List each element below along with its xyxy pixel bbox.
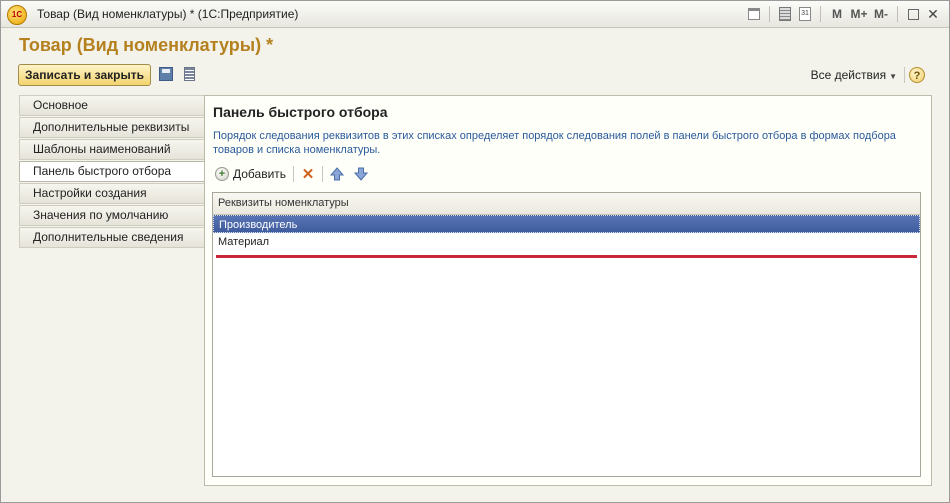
favorites-icon[interactable]: [744, 5, 764, 23]
help-icon[interactable]: ?: [909, 67, 925, 83]
1c-logo-icon[interactable]: 1С: [7, 5, 27, 25]
tab-quick-filter-panel[interactable]: Панель быстрого отбора: [19, 161, 205, 182]
maximize-icon[interactable]: [903, 5, 923, 23]
delete-icon[interactable]: ✕: [301, 165, 315, 183]
list-icon[interactable]: [184, 67, 195, 81]
chevron-down-icon: ▼: [889, 72, 897, 81]
tab-additional-attributes[interactable]: Дополнительные реквизиты: [19, 117, 205, 138]
arrow-down-icon[interactable]: [354, 167, 369, 181]
table-header[interactable]: Реквизиты номенклатуры: [213, 193, 920, 215]
tab-name-templates[interactable]: Шаблоны наименований: [19, 139, 205, 160]
add-icon[interactable]: +: [215, 167, 229, 181]
save-icon[interactable]: [159, 67, 173, 81]
tab-creation-settings[interactable]: Настройки создания: [19, 183, 205, 204]
arrow-up-icon[interactable]: [330, 167, 345, 181]
calculator-icon[interactable]: [775, 5, 795, 23]
tab-additional-info[interactable]: Дополнительные сведения: [19, 227, 205, 248]
panel-title: Панель быстрого отбора: [213, 104, 388, 120]
save-and-close-button[interactable]: Записать и закрыть: [18, 64, 151, 86]
close-icon[interactable]: ✕: [923, 5, 943, 23]
table-row[interactable]: Производитель: [213, 215, 920, 233]
tab-main[interactable]: Основное: [19, 95, 205, 116]
content-panel: Панель быстрого отбора Порядок следовани…: [204, 95, 932, 486]
add-button[interactable]: Добавить: [233, 167, 286, 181]
form-tabs: Основное Дополнительные реквизиты Шаблон…: [19, 95, 205, 249]
attributes-table[interactable]: Реквизиты номенклатуры Производитель Мат…: [212, 192, 921, 477]
memory-subtract-button[interactable]: M-: [870, 5, 892, 23]
all-actions-menu[interactable]: Все действия ▼: [811, 68, 897, 82]
all-actions-label: Все действия: [810, 68, 887, 82]
separator-line: [216, 255, 917, 258]
table-row[interactable]: Материал: [213, 233, 920, 251]
memory-add-button[interactable]: M+: [848, 5, 870, 23]
calendar-icon[interactable]: 31: [795, 5, 815, 23]
title-bar-tools: 31 M M+ M- ✕: [744, 5, 943, 23]
window-title: Товар (Вид номенклатуры) * (1С:Предприят…: [37, 7, 299, 21]
panel-description: Порядок следования реквизитов в этих спи…: [213, 130, 896, 156]
title-bar: 1С Товар (Вид номенклатуры) * (1С:Предпр…: [1, 1, 949, 28]
memory-button[interactable]: M: [826, 5, 848, 23]
panel-toolbar: + Добавить ✕: [215, 164, 378, 184]
app-window: 1С Товар (Вид номенклатуры) * (1С:Предпр…: [0, 0, 950, 503]
tab-default-values[interactable]: Значения по умолчанию: [19, 205, 205, 226]
form-heading: Товар (Вид номенклатуры) *: [19, 35, 274, 55]
